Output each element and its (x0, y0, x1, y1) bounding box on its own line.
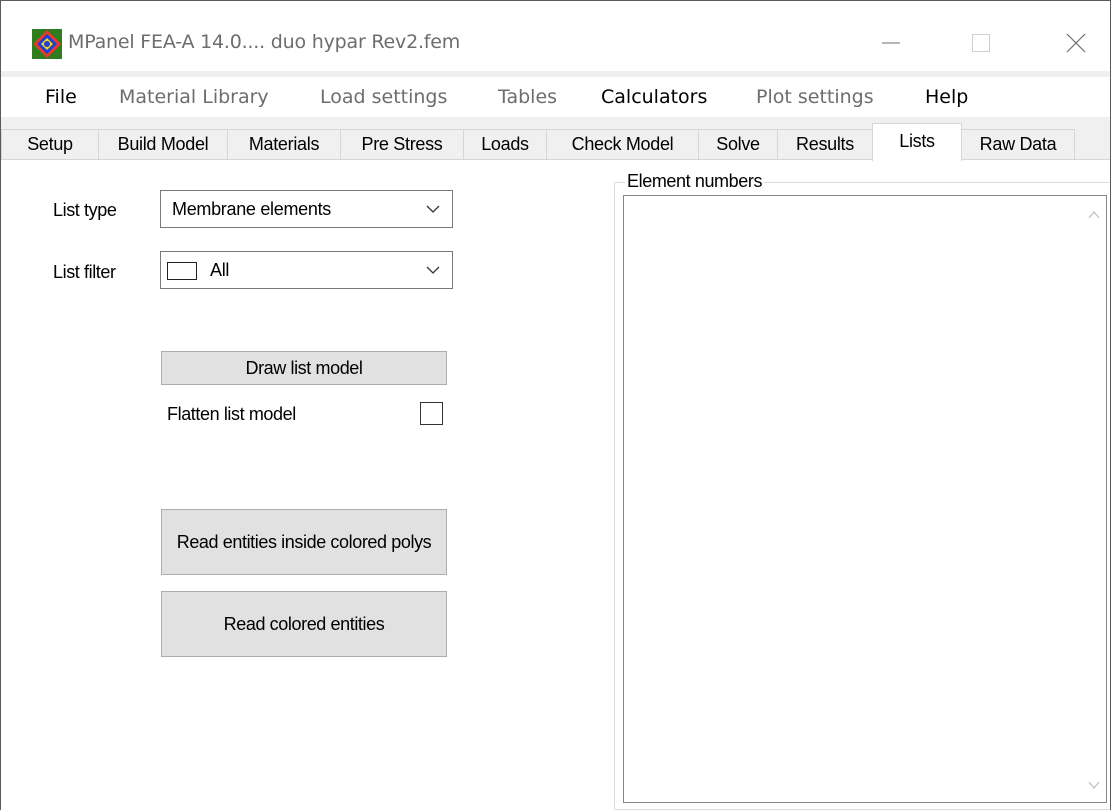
list-filter-value: All (210, 260, 230, 280)
flatten-list-model-label: Flatten list model (167, 404, 296, 424)
tab-lists[interactable]: Lists (872, 123, 962, 161)
menu-help[interactable]: Help (925, 86, 968, 108)
tab-pre-stress[interactable]: Pre Stress (340, 129, 464, 159)
maximize-button[interactable] (951, 23, 1011, 63)
close-button[interactable] (1046, 23, 1106, 63)
flatten-list-model-checkbox[interactable] (420, 402, 443, 425)
tab-loads[interactable]: Loads (463, 129, 547, 159)
tab-results[interactable]: Results (777, 129, 873, 159)
scroll-down-icon[interactable] (1088, 780, 1100, 790)
tab-setup[interactable]: Setup (1, 129, 99, 159)
list-type-dropdown[interactable]: Membrane elements (160, 190, 453, 228)
list-filter-dropdown[interactable]: All (160, 251, 453, 289)
chevron-down-icon (426, 205, 440, 213)
draw-list-model-button[interactable]: Draw list model (161, 351, 447, 385)
minimize-button[interactable] (861, 23, 921, 63)
tab-materials[interactable]: Materials (227, 129, 341, 159)
color-swatch-icon (167, 262, 197, 280)
close-icon (1066, 33, 1086, 53)
tab-solve[interactable]: Solve (698, 129, 778, 159)
tab-strip: Setup Build Model Materials Pre Stress L… (1, 121, 1110, 161)
menu-calculators[interactable]: Calculators (601, 86, 707, 108)
tab-build-model[interactable]: Build Model (98, 129, 228, 159)
menu-file[interactable]: File (45, 86, 77, 108)
scroll-up-icon[interactable] (1088, 210, 1100, 220)
menu-bar: File Material Library Load settings Tabl… (1, 77, 1110, 117)
read-entities-inside-colored-polys-button[interactable]: Read entities inside colored polys (161, 509, 447, 575)
read-colored-entities-button[interactable]: Read colored entities (161, 591, 447, 657)
list-type-label: List type (53, 200, 117, 220)
maximize-icon (972, 34, 990, 52)
menu-plot-settings[interactable]: Plot settings (756, 86, 874, 108)
tab-check-model[interactable]: Check Model (546, 129, 699, 159)
menu-load-settings[interactable]: Load settings (320, 86, 447, 108)
minimize-icon (882, 42, 900, 44)
list-filter-label: List filter (53, 262, 116, 282)
chevron-down-icon (426, 266, 440, 274)
list-type-value: Membrane elements (172, 199, 331, 219)
element-numbers-label: Element numbers (625, 171, 765, 192)
element-numbers-list[interactable] (623, 195, 1107, 803)
tab-raw-data[interactable]: Raw Data (961, 129, 1075, 159)
menu-material-library[interactable]: Material Library (119, 86, 269, 108)
title-bar: MPanel FEA-A 14.0.... duo hypar Rev2.fem (1, 1, 1110, 71)
app-window: MPanel FEA-A 14.0.... duo hypar Rev2.fem… (0, 0, 1111, 810)
mpanel-app-icon (32, 29, 62, 59)
menu-tables[interactable]: Tables (498, 86, 557, 108)
window-title: MPanel FEA-A 14.0.... duo hypar Rev2.fem (68, 31, 461, 53)
